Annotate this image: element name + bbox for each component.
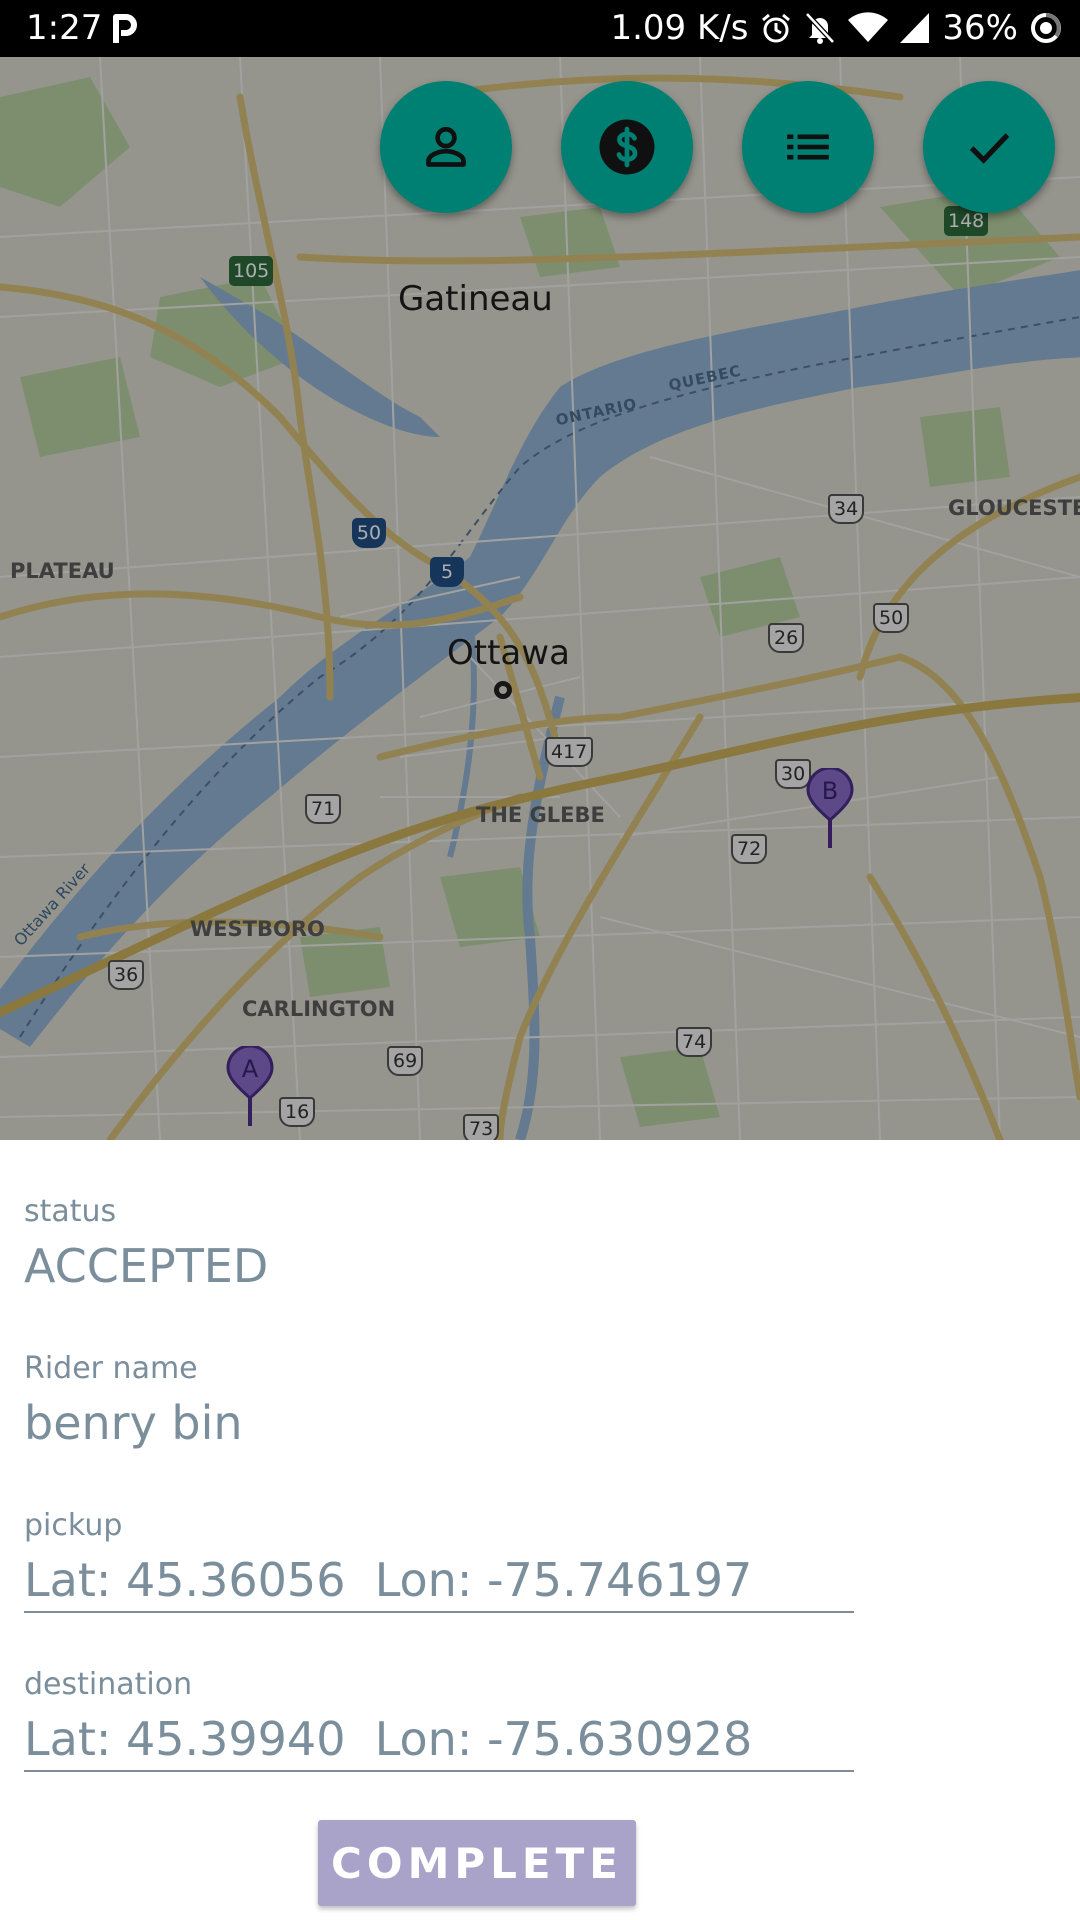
rider-name-value: benry bin xyxy=(24,1396,243,1450)
route-shield-5: 5 xyxy=(430,557,464,587)
map-label-ottawa: Ottawa xyxy=(447,633,570,673)
status-time: 1:27 xyxy=(26,8,103,48)
status-value: ACCEPTED xyxy=(24,1239,269,1293)
accept-button[interactable] xyxy=(923,81,1055,213)
map-label-carlington: CARLINGTON xyxy=(242,997,396,1021)
route-shield-73: 73 xyxy=(463,1114,500,1140)
status-label: status xyxy=(24,1194,117,1229)
screen: 1:27 1.09 K/s 36% Gatineau Ottawa PLATEA… xyxy=(0,0,1080,1920)
route-shield-50-que: 50 xyxy=(352,518,386,548)
pickup-field[interactable]: Lat: 45.36056 Lon: -75.746197 xyxy=(24,1553,854,1613)
route-shield-16: 16 xyxy=(279,1097,316,1127)
battery-icon xyxy=(1031,13,1061,43)
payment-button[interactable] xyxy=(561,81,693,213)
destination-field[interactable]: Lat: 45.39940 Lon: -75.630928 xyxy=(24,1712,854,1772)
alarm-icon xyxy=(762,13,791,43)
route-shield-417: 417 xyxy=(545,737,594,767)
list-icon xyxy=(787,134,829,160)
destination-marker-label: B xyxy=(822,777,838,805)
cell-signal-icon xyxy=(900,13,930,43)
battery-percent: 36% xyxy=(942,8,1018,48)
rider-profile-button[interactable] xyxy=(380,81,512,213)
destination-label: destination xyxy=(24,1667,193,1702)
check-icon xyxy=(969,133,1010,164)
parking-app-icon xyxy=(113,14,137,43)
route-shield-72: 72 xyxy=(731,834,768,864)
complete-button[interactable]: COMPLETE xyxy=(318,1820,636,1906)
pickup-label: pickup xyxy=(24,1508,123,1543)
map-label-the-glebe: THE GLEBE xyxy=(476,803,605,827)
status-bar: 1:27 1.09 K/s 36% xyxy=(0,0,1080,57)
status-right: 1.09 K/s 36% xyxy=(610,6,1062,50)
pickup-marker-label: A xyxy=(242,1055,259,1083)
map-label-westboro: WESTBORO xyxy=(190,917,325,941)
route-shield-34: 34 xyxy=(828,494,865,524)
map-canvas xyxy=(0,57,1080,1140)
notifications-off-icon xyxy=(805,12,836,44)
map-label-plateau: PLATEAU xyxy=(10,559,115,583)
destination-marker[interactable]: B xyxy=(806,768,854,848)
route-shield-69: 69 xyxy=(387,1046,424,1076)
pickup-marker[interactable]: A xyxy=(226,1046,274,1126)
map-view[interactable]: Gatineau Ottawa PLATEAU GLOUCESTER THE G… xyxy=(0,57,1080,1140)
map-label-gatineau: Gatineau xyxy=(398,279,553,319)
person-icon xyxy=(426,126,466,167)
route-shield-26: 26 xyxy=(768,623,805,653)
map-label-gloucester: GLOUCESTER xyxy=(948,496,1080,520)
route-shield-36: 36 xyxy=(108,960,145,990)
complete-button-label: COMPLETE xyxy=(331,1838,623,1888)
network-speed: 1.09 K/s xyxy=(610,8,749,48)
route-shield-71: 71 xyxy=(305,794,342,824)
wifi-icon xyxy=(848,12,889,42)
route-shield-50: 50 xyxy=(873,603,910,633)
route-shield-74: 74 xyxy=(676,1027,713,1057)
dollar-icon xyxy=(599,119,655,175)
rider-name-label: Rider name xyxy=(24,1351,198,1386)
route-shield-105: 105 xyxy=(229,256,274,286)
trip-list-button[interactable] xyxy=(742,81,874,213)
